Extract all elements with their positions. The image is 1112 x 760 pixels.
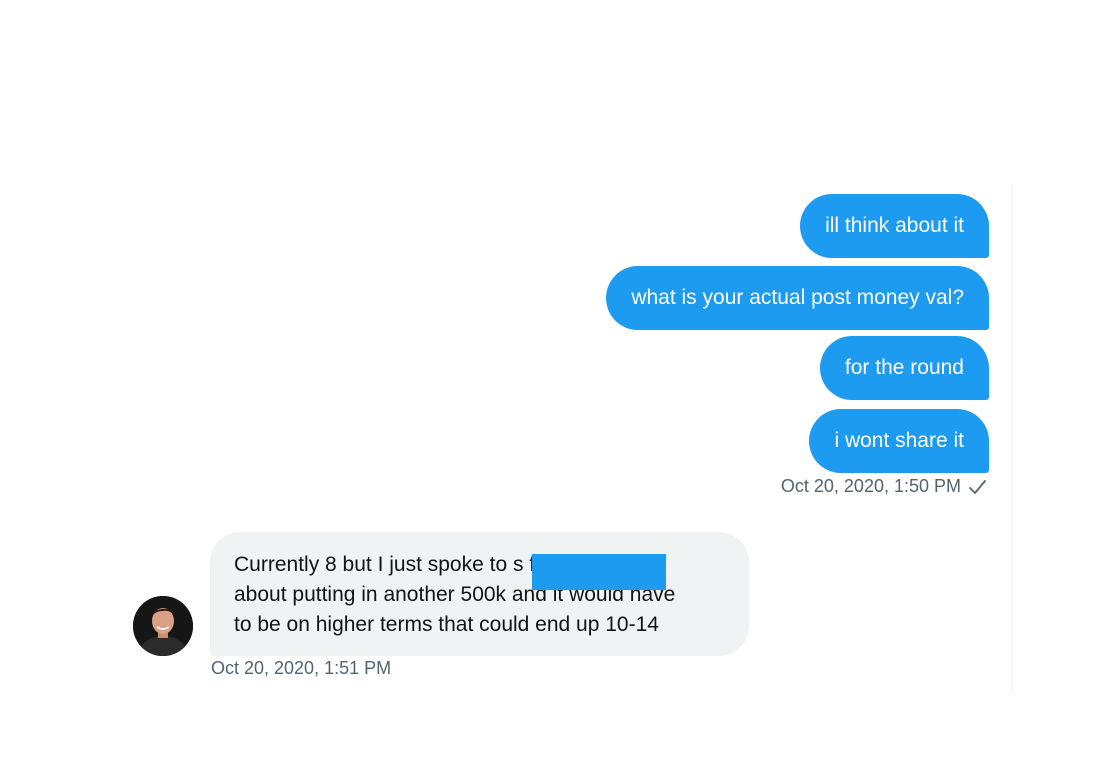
outgoing-message-bubble[interactable]: ill think about it	[800, 194, 989, 258]
incoming-message-bubble[interactable]: Currently 8 but I just spoke to s fund a…	[210, 532, 749, 656]
outgoing-message-bubble[interactable]: for the round	[819, 336, 989, 400]
avatar-image	[133, 596, 193, 656]
outgoing-message-bubble[interactable]: what is your actual post money val?	[606, 266, 989, 330]
outgoing-timestamp-text: Oct 20, 2020, 1:50 PM	[780, 476, 961, 496]
incoming-message-line: to be on higher terms that could end up …	[234, 613, 659, 636]
conversation-divider	[1012, 185, 1013, 693]
avatar[interactable]	[133, 596, 193, 656]
redaction-block	[532, 554, 666, 590]
outgoing-timestamp: Oct 20, 2020, 1:50 PM	[781, 476, 987, 497]
outgoing-message-bubble[interactable]: i wont share it	[809, 409, 989, 473]
incoming-timestamp: Oct 20, 2020, 1:51 PM	[211, 658, 392, 678]
checkmark-icon	[969, 479, 986, 494]
